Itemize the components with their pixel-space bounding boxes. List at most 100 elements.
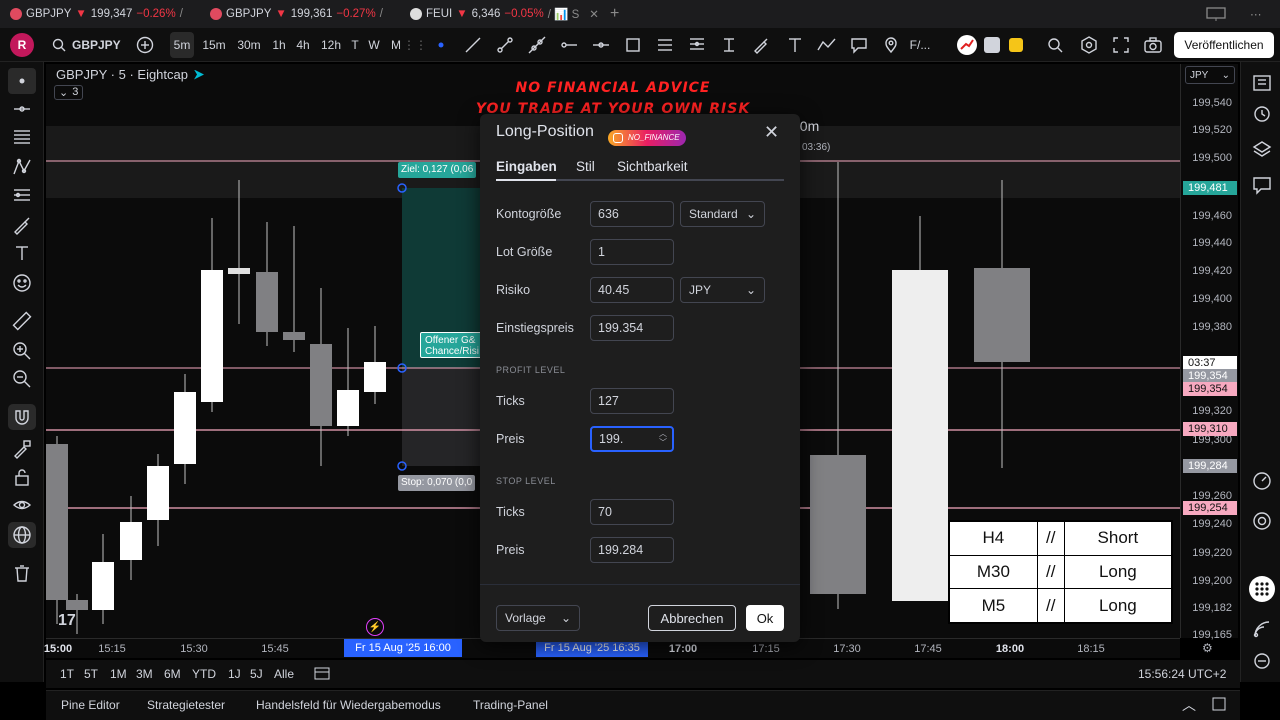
alert-icon[interactable]: [1006, 32, 1026, 58]
tab-gbpjpy-2[interactable]: GBPJPY ▼ 199,361 −0.27% /: [210, 4, 383, 24]
profit-ticks-input[interactable]: 127: [590, 388, 674, 414]
map-pin-icon[interactable]: [880, 32, 902, 58]
signal-icon[interactable]: [1249, 616, 1275, 642]
risk-input[interactable]: 40.45: [590, 277, 674, 303]
layers-icon[interactable]: [1249, 136, 1275, 162]
forecast-tools-icon[interactable]: [8, 182, 36, 208]
range-1m[interactable]: 1M: [110, 667, 127, 681]
lock-drawing-icon[interactable]: [8, 436, 36, 462]
path-tool-icon[interactable]: [816, 32, 838, 58]
interval-15m[interactable]: 15m: [200, 32, 228, 58]
apps-grid-icon[interactable]: [1249, 576, 1275, 602]
horizontal-ray-icon[interactable]: [558, 32, 580, 58]
object-tree-icon[interactable]: [8, 522, 36, 548]
stepper-arrows-icon[interactable]: ︿ ﹀: [659, 429, 667, 447]
interval-month[interactable]: M: [388, 32, 404, 58]
stop-price-input[interactable]: 199.284: [590, 537, 674, 563]
extended-line-icon[interactable]: [526, 32, 548, 58]
interval-1h[interactable]: 1h: [270, 32, 288, 58]
rectangle-icon[interactable]: [622, 32, 644, 58]
tab-inputs[interactable]: Eingaben: [496, 159, 557, 174]
text-cursor-icon[interactable]: [718, 32, 740, 58]
interval-day[interactable]: T: [348, 32, 362, 58]
replay-icon[interactable]: [1044, 32, 1066, 58]
account-size-input[interactable]: 636: [590, 201, 674, 227]
range-all[interactable]: Alle: [274, 667, 294, 681]
range-1d[interactable]: 1T: [60, 667, 74, 681]
camera-icon[interactable]: [1142, 32, 1164, 58]
layout-icon[interactable]: [1206, 4, 1226, 24]
emoji-icon[interactable]: [8, 270, 36, 296]
range-5y[interactable]: 5J: [250, 667, 263, 681]
range-ytd[interactable]: YTD: [192, 667, 216, 681]
stop-ticks-input[interactable]: 70: [590, 499, 674, 525]
settings-icon[interactable]: [1078, 32, 1100, 58]
range-5d[interactable]: 5T: [84, 667, 98, 681]
chat-icon[interactable]: [1249, 172, 1275, 198]
brush-tools-icon[interactable]: [8, 212, 36, 238]
new-tab-icon[interactable]: +: [610, 4, 619, 24]
date-range-icon[interactable]: [314, 665, 330, 684]
symbol-search[interactable]: GBPJPY: [52, 32, 122, 58]
drag-handle-icon[interactable]: ⋮⋮: [403, 32, 427, 58]
ruler-icon[interactable]: [8, 308, 36, 334]
fullscreen-icon[interactable]: [1110, 32, 1132, 58]
crosshair-icon[interactable]: [8, 68, 36, 94]
ray-icon[interactable]: [494, 32, 516, 58]
zoom-in-icon[interactable]: [8, 338, 36, 364]
tab-trading-panel[interactable]: Trading-Panel: [473, 698, 548, 712]
gauge-icon[interactable]: [1249, 468, 1275, 494]
interval-12h[interactable]: 12h: [318, 32, 344, 58]
horizontal-line-icon[interactable]: [590, 32, 612, 58]
tab-strategy-tester[interactable]: Strategietester: [147, 698, 225, 712]
clock-time[interactable]: 15:56:24 UTC+2: [1138, 667, 1226, 681]
widget-icon[interactable]: [982, 32, 1002, 58]
account-mode-select[interactable]: Standard ⌄: [680, 201, 765, 227]
tab-gbpjpy-1[interactable]: GBPJPY ▼ 199,347 −0.26% /: [10, 4, 183, 24]
risk-currency-select[interactable]: JPY ⌄: [680, 277, 765, 303]
help-icon[interactable]: [1249, 508, 1275, 534]
close-tab-icon[interactable]: ✕: [589, 7, 599, 21]
tab-pine-editor[interactable]: Pine Editor: [61, 698, 120, 712]
text-tool-icon[interactable]: [784, 32, 806, 58]
indicator-icon[interactable]: [956, 32, 978, 58]
fib-retracement-icon[interactable]: [686, 32, 708, 58]
interval-30m[interactable]: 30m: [234, 32, 264, 58]
maximize-icon[interactable]: [1212, 697, 1226, 714]
parallel-channel-icon[interactable]: [654, 32, 676, 58]
axis-settings-icon[interactable]: ⚙: [1202, 641, 1213, 655]
trash-icon[interactable]: [8, 560, 36, 586]
fib-tools-icon[interactable]: [8, 124, 36, 150]
alert-clock-icon[interactable]: [1249, 100, 1275, 126]
watchlist-icon[interactable]: [1249, 70, 1275, 96]
currency-selector[interactable]: JPY ⌄: [1185, 66, 1235, 84]
interval-4h[interactable]: 4h: [294, 32, 312, 58]
interval-5m[interactable]: 5m: [170, 32, 194, 58]
entry-price-input[interactable]: 199.354: [590, 315, 674, 341]
close-icon[interactable]: ✕: [764, 122, 779, 143]
eye-icon[interactable]: [8, 492, 36, 518]
trend-line-icon[interactable]: [462, 32, 484, 58]
more-icon[interactable]: ⋯: [1250, 4, 1262, 24]
pattern-tools-icon[interactable]: [8, 154, 36, 180]
price-axis[interactable]: JPY ⌄ 199,540 199,520 199,500 199,460 199,440…: [1180, 64, 1238, 641]
dot-tool-icon[interactable]: [432, 32, 450, 58]
brush-icon[interactable]: [750, 32, 772, 58]
magnet-icon[interactable]: [8, 404, 36, 430]
cancel-button[interactable]: Abbrechen: [648, 605, 736, 631]
ok-button[interactable]: Ok: [746, 605, 784, 631]
lock-icon[interactable]: [8, 464, 36, 490]
notifications-icon[interactable]: [1249, 648, 1275, 674]
lightning-icon[interactable]: ⚡: [366, 618, 384, 636]
chevron-up-icon[interactable]: ︿: [1182, 695, 1196, 715]
profit-price-input[interactable]: 199. ︿ ﹀: [590, 426, 674, 452]
tab-replay-trading[interactable]: Handelsfeld für Wiedergabemodus: [256, 698, 441, 712]
compare-add-icon[interactable]: [134, 32, 156, 58]
tab-feui[interactable]: FEUI ▼ 6,346 −0.05% / 📊 S ✕: [410, 4, 599, 24]
callout-icon[interactable]: [848, 32, 870, 58]
text-tools-icon[interactable]: [8, 240, 36, 266]
tab-visibility[interactable]: Sichtbarkeit: [617, 159, 688, 174]
range-1y[interactable]: 1J: [228, 667, 241, 681]
fx-button[interactable]: F/...: [906, 32, 934, 58]
user-avatar[interactable]: R: [10, 33, 34, 57]
